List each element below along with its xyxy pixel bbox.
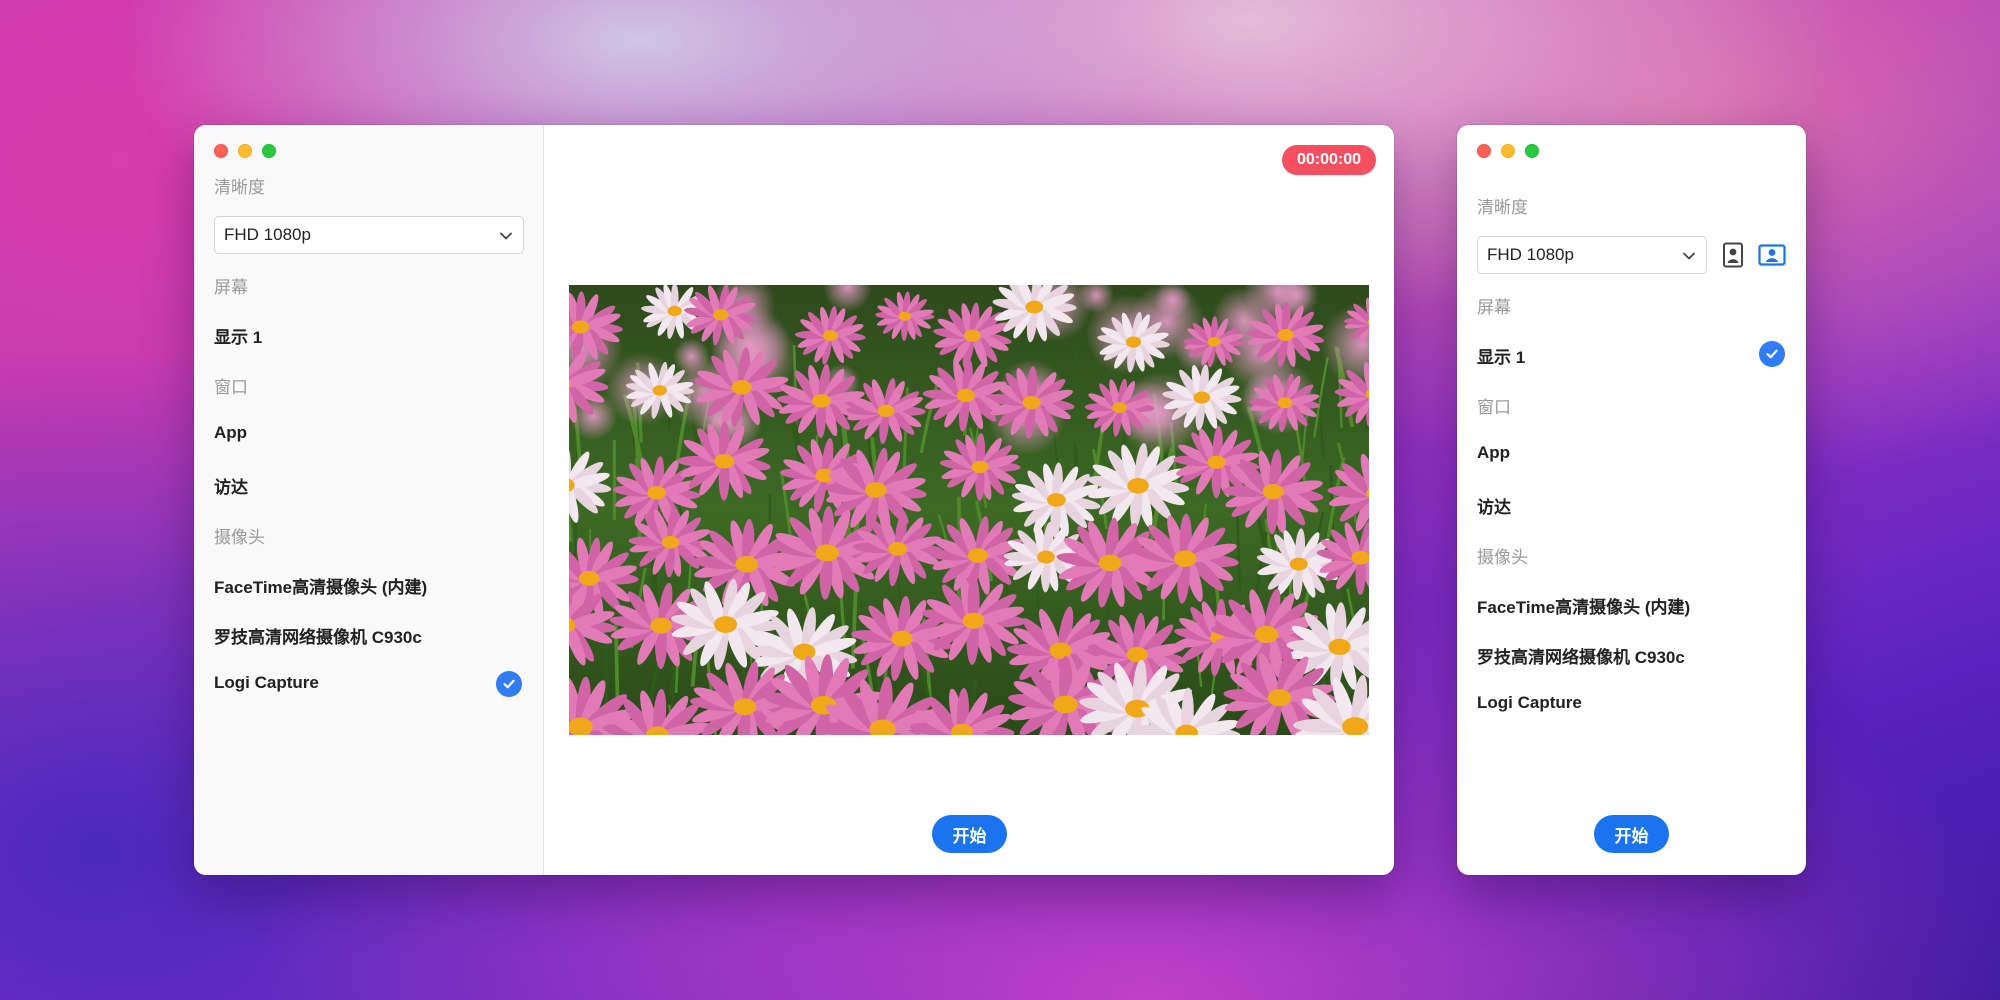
window-section-label: 窗口 [1477,398,1511,417]
source-item-logi-capture[interactable]: Logi Capture [1477,693,1582,713]
screen-section-label: 屏幕 [214,278,248,297]
source-item-facetime-camera[interactable]: FaceTime高清摄像头 (内建) [214,573,427,598]
portrait-mode-icon [1723,242,1743,268]
main-recorder-window: 清晰度 FHD 1080p 屏幕 显示 1 窗口 App 访达 摄像头 Face… [194,125,1394,875]
source-item-facetime-camera[interactable]: FaceTime高清摄像头 (内建) [1477,593,1690,618]
chevron-down-icon [1683,252,1695,260]
resolution-select[interactable]: FHD 1080p [1477,236,1707,274]
source-item-display-1[interactable]: 显示 1 [214,323,262,348]
minimize-button[interactable] [238,144,252,158]
source-item-app[interactable]: App [1477,443,1510,463]
zoom-button[interactable] [262,144,276,158]
preview-pane: 00:00:00 开始 [544,125,1394,875]
portrait-mode-button[interactable] [1718,240,1748,270]
chevron-down-icon [500,232,512,240]
checkmark-icon [496,671,522,697]
start-button[interactable]: 开始 [932,815,1007,853]
recording-timer: 00:00:00 [1282,145,1376,175]
source-item-logi-capture[interactable]: Logi Capture [214,673,319,693]
window-section-label: 窗口 [214,378,248,397]
minimize-button[interactable] [1501,144,1515,158]
landscape-mode-icon [1758,244,1786,266]
compact-recorder-window: 清晰度 FHD 1080p 屏幕 显示 1 窗口 App 访达 摄像头 Face… [1457,125,1806,875]
source-item-logitech-c930c[interactable]: 罗技高清网络摄像机 C930c [1477,643,1685,668]
resolution-value: FHD 1080p [1487,245,1574,264]
source-item-finder[interactable]: 访达 [214,473,248,498]
source-sidebar: 清晰度 FHD 1080p 屏幕 显示 1 窗口 App 访达 摄像头 Face… [194,125,544,875]
camera-preview-image [569,285,1369,735]
resolution-value: FHD 1080p [224,225,311,244]
window-controls [1477,144,1539,158]
resolution-select[interactable]: FHD 1080p [214,216,524,254]
source-item-logitech-c930c[interactable]: 罗技高清网络摄像机 C930c [214,623,422,648]
landscape-mode-button[interactable] [1757,240,1787,270]
source-item-display-1[interactable]: 显示 1 [1477,343,1525,368]
zoom-button[interactable] [1525,144,1539,158]
close-button[interactable] [214,144,228,158]
source-item-app[interactable]: App [214,423,247,443]
window-controls [214,144,276,158]
camera-section-label: 摄像头 [1477,548,1528,567]
source-item-finder[interactable]: 访达 [1477,493,1511,518]
checkmark-icon [1759,341,1785,367]
resolution-label: 清晰度 [214,178,265,197]
start-button[interactable]: 开始 [1594,815,1669,853]
camera-section-label: 摄像头 [214,528,265,547]
resolution-label: 清晰度 [1477,198,1528,217]
screen-section-label: 屏幕 [1477,298,1511,317]
close-button[interactable] [1477,144,1491,158]
